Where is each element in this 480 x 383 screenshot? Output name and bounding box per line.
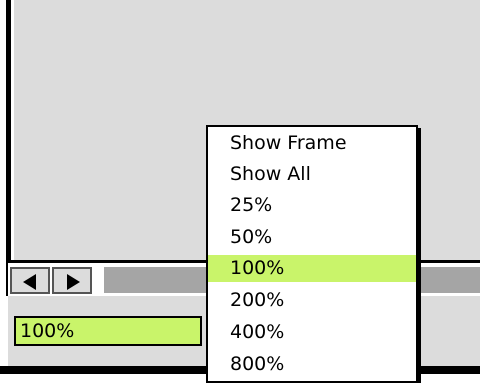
menu-item-show-frame[interactable]: Show Frame (208, 130, 416, 157)
menu-item-100[interactable]: 100% (208, 255, 416, 282)
scroll-right-button[interactable] (52, 267, 92, 294)
menu-item-400[interactable]: 400% (208, 319, 416, 346)
right-arrow-icon (67, 274, 80, 290)
menu-item-800[interactable]: 800% (208, 351, 416, 378)
left-arrow-icon (23, 274, 36, 290)
zoom-popup-menu[interactable]: Show Frame Show All 25% 50% 100% 200% 40… (206, 125, 418, 383)
menu-item-show-all[interactable]: Show All (208, 161, 416, 188)
zoom-field[interactable]: 100% (14, 316, 202, 346)
menu-item-200[interactable]: 200% (208, 287, 416, 314)
menu-item-50[interactable]: 50% (208, 224, 416, 251)
stage-left-edge (6, 0, 11, 296)
menu-item-25[interactable]: 25% (208, 192, 416, 219)
scroll-left-button[interactable] (10, 267, 50, 294)
